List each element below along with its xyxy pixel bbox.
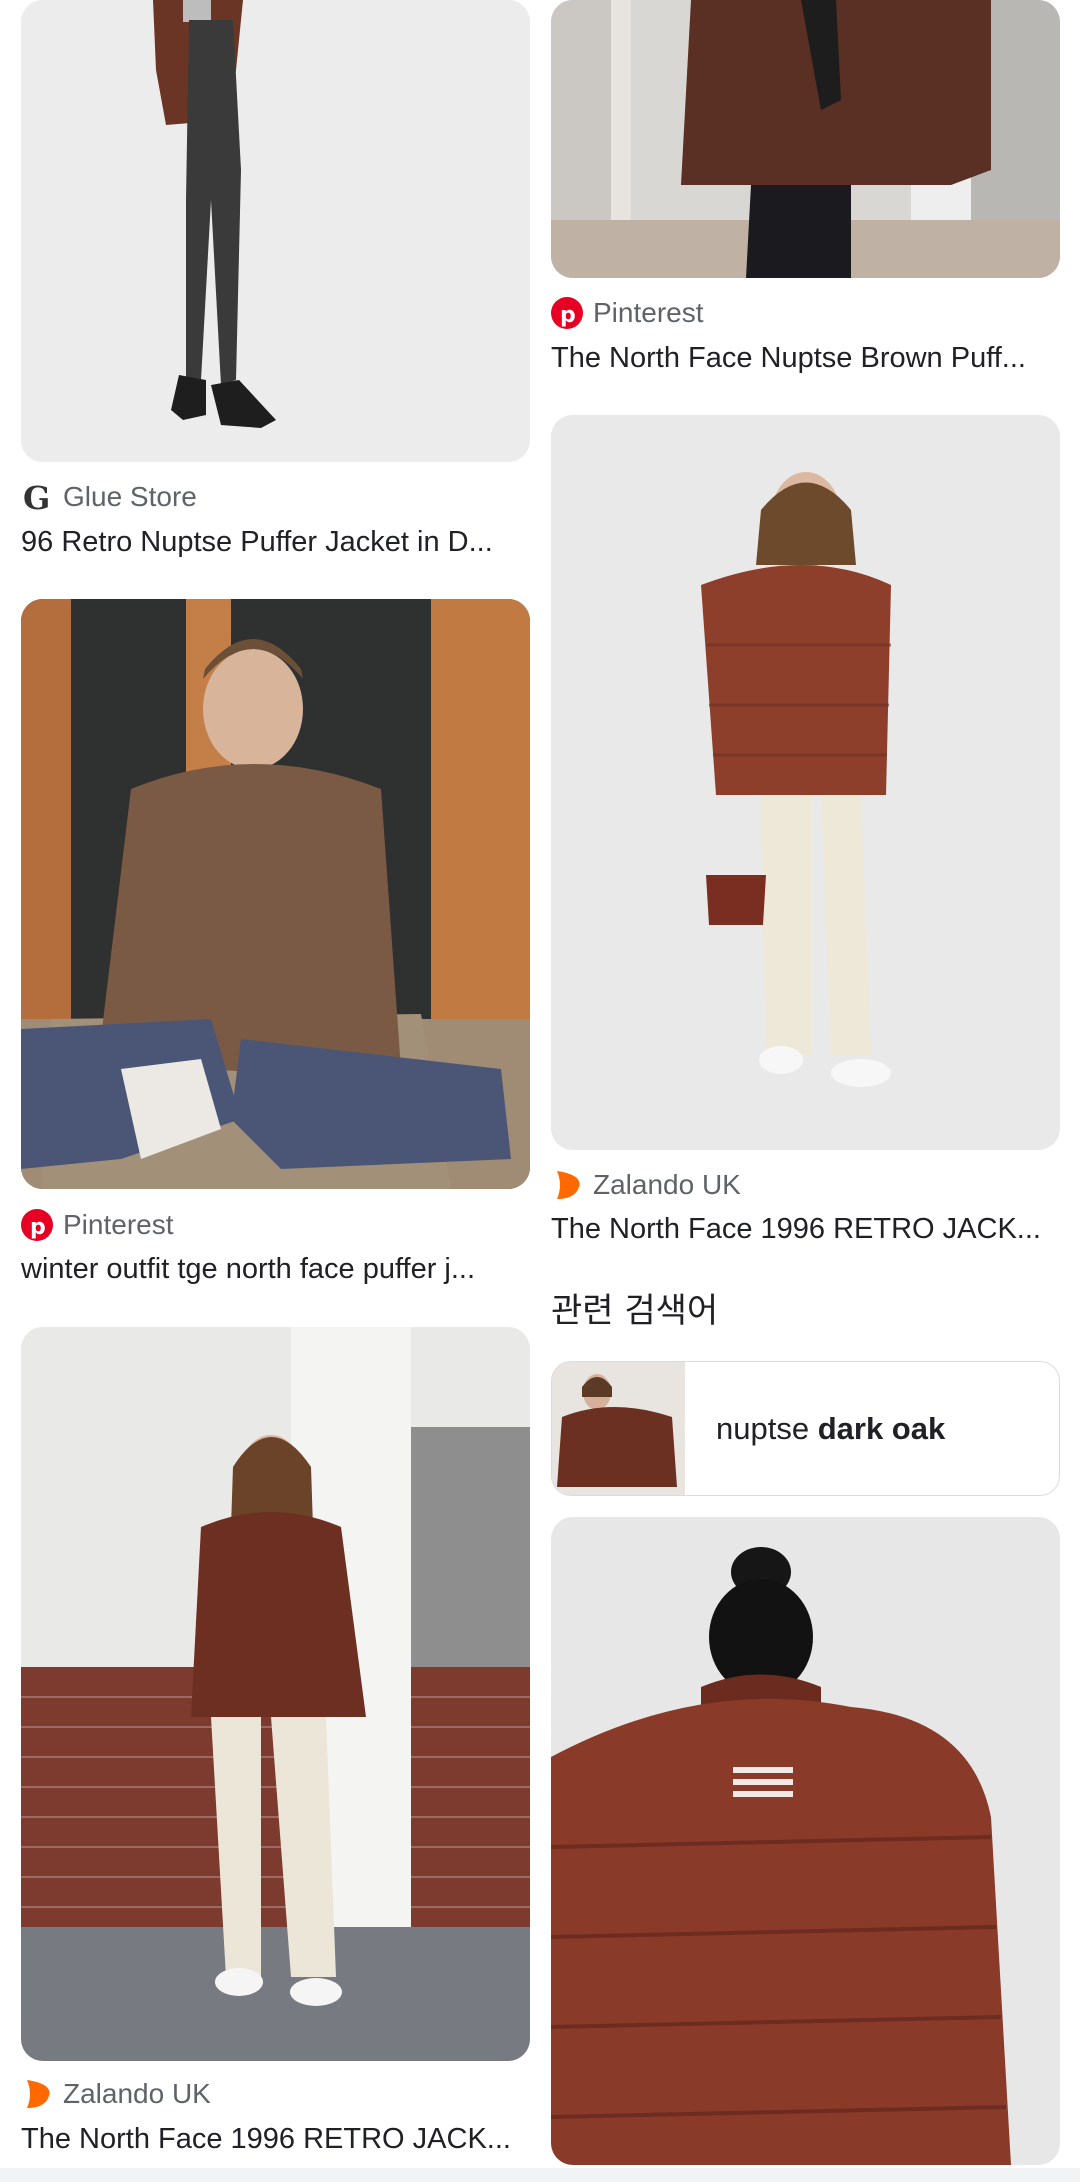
related-search-label: nuptse dark oak (716, 1411, 945, 1447)
result-source[interactable]: p Pinterest (21, 1208, 174, 1242)
pinterest-logo-icon: p (21, 1209, 53, 1241)
result-title[interactable]: 96 Retro Nuptse Puffer Jacket in D... (21, 526, 530, 559)
result-title[interactable]: The North Face 1996 RETRO JACK... (551, 1213, 1060, 1246)
result-image-pinterest[interactable] (551, 0, 1060, 278)
result-title[interactable]: winter outfit tge north face puffer j... (21, 1253, 530, 1286)
source-label: Zalando UK (63, 2078, 211, 2109)
svg-text:p: p (560, 303, 576, 328)
result-image-product[interactable] (551, 1517, 1060, 2165)
source-label: Zalando UK (593, 1169, 741, 1200)
pinterest-logo-icon: p (551, 297, 583, 329)
result-image-zalando[interactable] (551, 415, 1060, 1150)
related-search-thumbnail (552, 1362, 685, 1495)
result-source[interactable]: Zalando UK (21, 2077, 211, 2111)
result-source[interactable]: G Glue Store (21, 479, 197, 517)
svg-text:G: G (23, 481, 50, 513)
result-source[interactable]: p Pinterest (551, 296, 704, 330)
source-label: Glue Store (63, 481, 197, 512)
zalando-logo-icon (551, 1169, 583, 1201)
source-label: Pinterest (63, 1209, 174, 1240)
related-search-prefix: nuptse (716, 1410, 818, 1446)
zalando-logo-icon (21, 2078, 53, 2110)
source-label: Pinterest (593, 297, 704, 328)
result-source[interactable]: Zalando UK (551, 1168, 741, 1202)
related-searches-heading: 관련 검색어 (551, 1291, 719, 1331)
result-image-pinterest[interactable] (21, 599, 530, 1189)
related-search-bold: dark oak (817, 1410, 946, 1446)
result-title[interactable]: The North Face 1996 RETRO JACK... (21, 2123, 530, 2156)
result-title[interactable]: The North Face Nuptse Brown Puff... (551, 342, 1060, 375)
result-image-glue-store[interactable] (21, 0, 530, 462)
result-image-zalando[interactable] (21, 1327, 530, 2061)
bottom-scroll-edge (0, 2168, 1080, 2182)
glue-store-logo-icon: G (21, 479, 53, 517)
svg-text:p: p (30, 1215, 46, 1240)
related-search-item[interactable]: nuptse dark oak (551, 1361, 1060, 1496)
